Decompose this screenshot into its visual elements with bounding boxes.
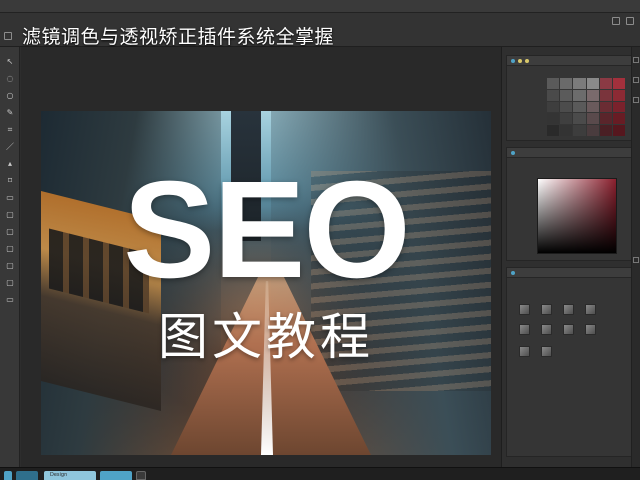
- page-title: 滤镜调色与透视矫正插件系统全掌握: [22, 26, 335, 48]
- color-swatch[interactable]: [547, 101, 560, 113]
- headline-text: SEO: [123, 153, 410, 307]
- menu-bar: [0, 0, 640, 13]
- color-swatch[interactable]: [573, 89, 586, 101]
- doc-tab-other[interactable]: [100, 471, 132, 480]
- color-swatch[interactable]: [599, 101, 612, 113]
- doc-tab-marker[interactable]: [4, 471, 12, 480]
- history-brush-icon[interactable]: ⌑: [5, 176, 15, 186]
- color-swatch[interactable]: [599, 78, 612, 89]
- layers-icon[interactable]: [633, 257, 639, 263]
- color-swatch[interactable]: [573, 125, 586, 136]
- color-swatch[interactable]: [586, 78, 599, 89]
- color-swatch[interactable]: [612, 78, 625, 89]
- lasso-tool-icon[interactable]: ◌: [5, 74, 15, 84]
- options-bar: 滤镜调色与透视矫正插件系统全掌握: [0, 13, 640, 48]
- color-swatch[interactable]: [586, 101, 599, 113]
- canvas-artwork[interactable]: SEO 图文教程: [41, 111, 491, 455]
- color-swatch[interactable]: [547, 89, 560, 101]
- color-panel-header[interactable]: [507, 148, 633, 158]
- adjustment-tile[interactable]: [585, 324, 596, 335]
- adjustment-tile[interactable]: [519, 304, 530, 315]
- color-swatch[interactable]: [560, 89, 573, 101]
- color-swatch[interactable]: [547, 125, 560, 136]
- new-tab-icon[interactable]: [136, 471, 146, 480]
- subtitle-text: 图文教程: [158, 308, 374, 366]
- color-swatch[interactable]: [560, 113, 573, 125]
- adjustments-panel: [506, 267, 634, 457]
- shape-tool-icon[interactable]: ▭: [5, 295, 15, 305]
- adjustment-tile[interactable]: [519, 324, 530, 335]
- color-picker-field[interactable]: [537, 178, 617, 254]
- search-icon[interactable]: [626, 17, 634, 25]
- app-window: 滤镜调色与透视矫正插件系统全掌握 ↖ ◌ ○ ✎ ⌗ ／ ▴ ⌑ ▭ ▢ ▢ ▢…: [0, 0, 640, 480]
- status-bar: Design: [0, 467, 640, 480]
- color-swatch[interactable]: [573, 78, 586, 89]
- panel-dot-icon: [525, 58, 529, 63]
- workspace-icon[interactable]: [612, 17, 620, 25]
- gradient-tool-icon[interactable]: ▢: [5, 210, 15, 220]
- adjustment-tile[interactable]: [541, 324, 552, 335]
- adjustment-tile[interactable]: [519, 346, 530, 357]
- tool-preset-icon[interactable]: [4, 32, 12, 40]
- crop-tool-icon[interactable]: ⌗: [5, 125, 15, 135]
- ellipse-tool-icon[interactable]: ○: [5, 91, 15, 101]
- color-swatch[interactable]: [547, 78, 560, 89]
- move-tool-icon[interactable]: ↖: [5, 57, 15, 67]
- panel-dot-icon: [511, 58, 515, 63]
- color-swatch[interactable]: [573, 113, 586, 125]
- stamp-tool-icon[interactable]: ▴: [5, 159, 15, 169]
- properties-icon[interactable]: [633, 77, 639, 83]
- color-swatch[interactable]: [612, 125, 625, 136]
- swatches-panel: [506, 55, 634, 141]
- canvas-area[interactable]: SEO 图文教程: [21, 47, 501, 467]
- brush-tool-icon[interactable]: ／: [5, 142, 15, 152]
- doc-tab-label: Design: [50, 472, 68, 478]
- pen-tool-icon[interactable]: ▢: [5, 261, 15, 271]
- info-icon[interactable]: [633, 97, 639, 103]
- color-swatch[interactable]: [612, 113, 625, 125]
- color-swatch[interactable]: [599, 125, 612, 136]
- panel-dot-icon: [518, 58, 522, 63]
- panel-dot-icon: [511, 150, 515, 155]
- color-swatch[interactable]: [612, 101, 625, 113]
- right-dock: [501, 47, 640, 467]
- color-swatch[interactable]: [599, 113, 612, 125]
- eraser-tool-icon[interactable]: ▭: [5, 193, 15, 203]
- adjustment-tile[interactable]: [563, 324, 574, 335]
- color-swatch[interactable]: [599, 89, 612, 101]
- color-swatch[interactable]: [560, 101, 573, 113]
- swatches-panel-header[interactable]: [507, 56, 633, 66]
- swatches-grid: [547, 78, 625, 136]
- history-icon[interactable]: [633, 57, 639, 63]
- color-swatch[interactable]: [586, 113, 599, 125]
- panel-dot-icon: [511, 270, 515, 275]
- tools-panel: ↖ ◌ ○ ✎ ⌗ ／ ▴ ⌑ ▭ ▢ ▢ ▢ ▢ ▢ ▭: [0, 47, 20, 467]
- doc-tab-active[interactable]: Design: [44, 471, 96, 480]
- color-swatch[interactable]: [612, 89, 625, 101]
- color-swatch[interactable]: [573, 101, 586, 113]
- color-swatch[interactable]: [586, 125, 599, 136]
- blur-tool-icon[interactable]: ▢: [5, 227, 15, 237]
- adjustment-tile[interactable]: [563, 304, 574, 315]
- adjustments-panel-header[interactable]: [507, 268, 633, 278]
- adjustment-tile[interactable]: [541, 346, 552, 357]
- adjustment-tile[interactable]: [541, 304, 552, 315]
- color-panel: [506, 147, 634, 261]
- color-swatch[interactable]: [547, 113, 560, 125]
- type-tool-icon[interactable]: ▢: [5, 278, 15, 288]
- dodge-tool-icon[interactable]: ▢: [5, 244, 15, 254]
- doc-tab-secondary[interactable]: [16, 471, 38, 480]
- adjustment-tile[interactable]: [585, 304, 596, 315]
- color-swatch[interactable]: [560, 125, 573, 136]
- color-swatch[interactable]: [586, 89, 599, 101]
- quick-select-icon[interactable]: ✎: [5, 108, 15, 118]
- color-swatch[interactable]: [560, 78, 573, 89]
- panel-icon-strip: [631, 47, 640, 467]
